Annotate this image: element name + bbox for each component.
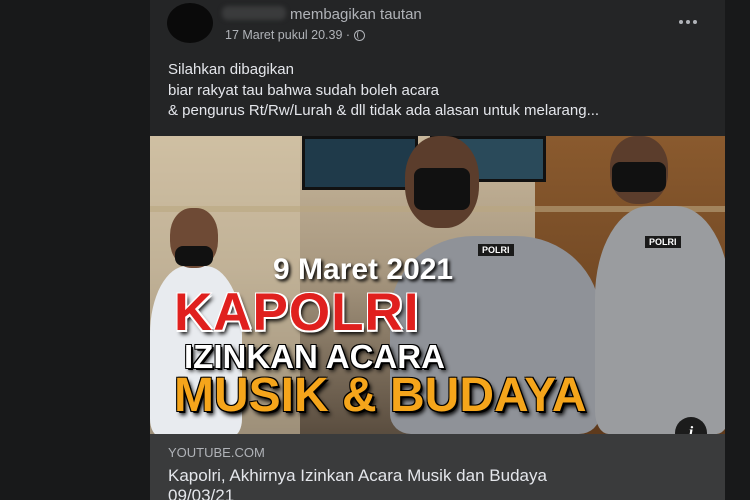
avatar[interactable] bbox=[167, 3, 213, 43]
post-body-line: & pengurus Rt/Rw/Lurah & dll tidak ada a… bbox=[168, 102, 600, 119]
uniform-badge: POLRI bbox=[645, 236, 681, 248]
author-name-redacted[interactable] bbox=[222, 6, 286, 20]
link-title-line: Kapolri, Akhirnya Izinkan Acara Musik da… bbox=[168, 466, 547, 485]
photo-monitor bbox=[302, 136, 418, 190]
right-gutter bbox=[725, 0, 750, 500]
photo-mask bbox=[175, 246, 213, 266]
thumbnail-headline-3: MUSIK & BUDAYA bbox=[174, 369, 587, 422]
post-body: Silahkan dibagikan biar rakyat tau bahwa … bbox=[168, 60, 599, 122]
more-dot bbox=[693, 20, 697, 24]
uniform-badge: POLRI bbox=[478, 244, 514, 256]
post-meta: 17 Maret pukul 20.39 · bbox=[225, 28, 366, 42]
more-dot bbox=[686, 20, 690, 24]
post-body-line: biar rakyat tau bahwa sudah boleh acara bbox=[168, 81, 440, 99]
more-horizontal-icon bbox=[679, 20, 683, 24]
thumbnail-headline-1: KAPOLRI bbox=[174, 283, 420, 342]
link-preview[interactable]: YOUTUBE.COM Kapolri, Akhirnya Izinkan Ac… bbox=[150, 434, 725, 500]
globe-icon[interactable] bbox=[354, 29, 366, 41]
post-timestamp[interactable]: 17 Maret pukul 20.39 · bbox=[225, 28, 350, 42]
link-title: Kapolri, Akhirnya Izinkan Acara Musik da… bbox=[168, 466, 547, 500]
feed-post: membagikan tautan 17 Maret pukul 20.39 ·… bbox=[150, 0, 725, 500]
photo-mask bbox=[612, 162, 666, 192]
link-thumbnail[interactable]: POLRI POLRI 9 Maret 2021 KAPOLRI IZINKAN… bbox=[150, 136, 725, 434]
left-gutter bbox=[0, 0, 150, 500]
more-options-button[interactable] bbox=[672, 10, 704, 34]
link-domain: YOUTUBE.COM bbox=[168, 445, 265, 460]
link-title-line: 09/03/21 bbox=[168, 486, 235, 500]
post-action-text: membagikan tautan bbox=[290, 6, 422, 23]
post-body-line: Silahkan dibagikan bbox=[168, 61, 294, 78]
photo-mask bbox=[414, 168, 470, 210]
